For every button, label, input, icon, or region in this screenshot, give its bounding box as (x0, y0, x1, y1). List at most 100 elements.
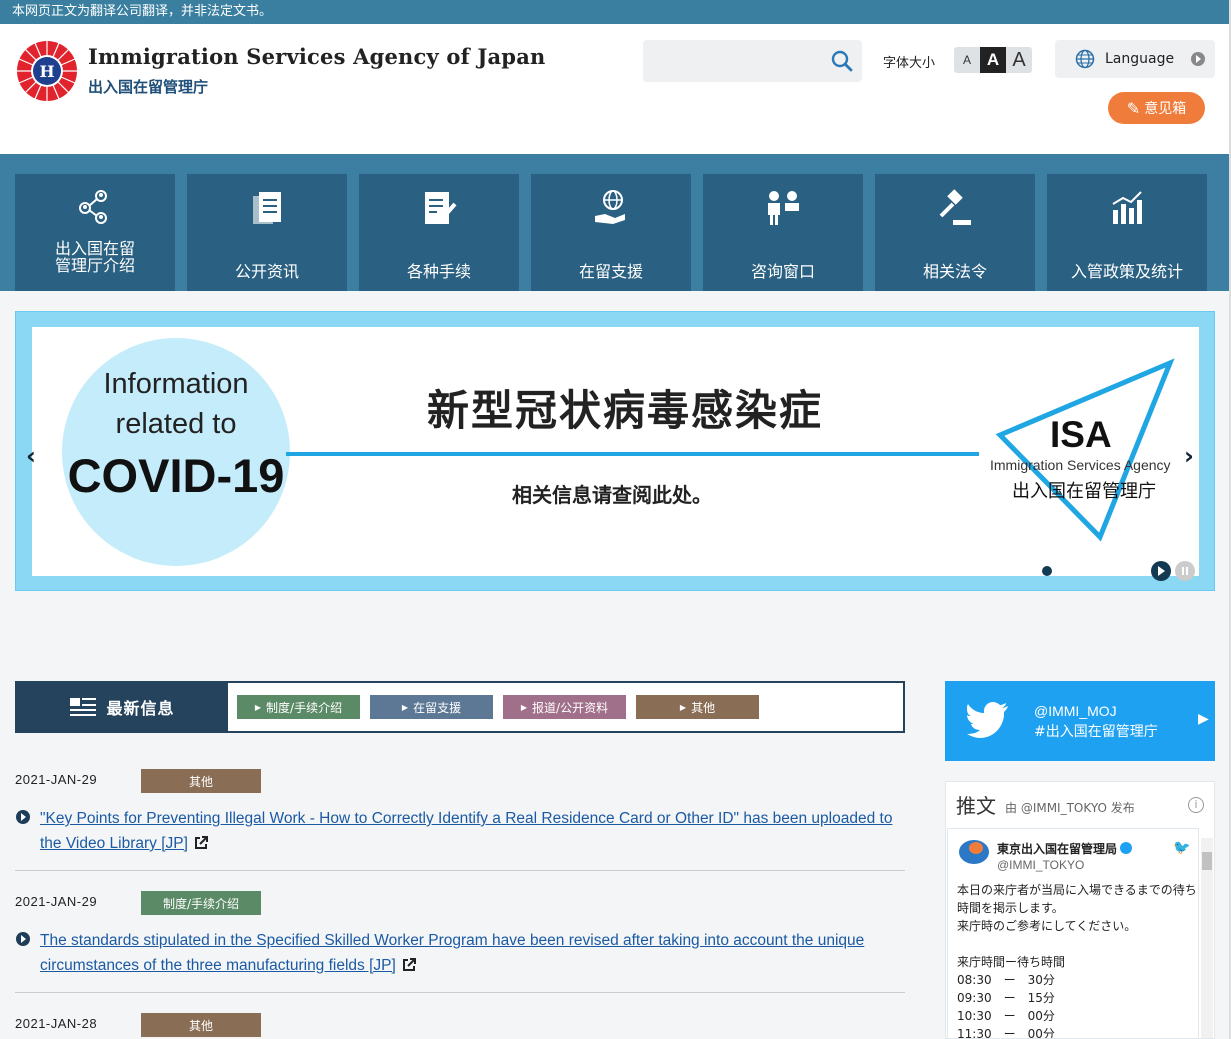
nav-label: 入管政策及统计 (1070, 262, 1183, 281)
news-date: 2021-JAN-28 (15, 1016, 98, 1031)
triangle-right-icon: ▶ (679, 702, 687, 712)
slide-subtitle: 相关信息请查阅此处。 (512, 483, 712, 507)
nav-item-residence-support[interactable]: 在留支援 (531, 174, 691, 291)
covid-line2: related to (115, 408, 237, 440)
play-icon[interactable] (1151, 561, 1171, 581)
network-people-icon (79, 190, 107, 224)
translation-notice: 本网页正文为翻译公司翻译，并非法定文书。 (0, 0, 1231, 24)
info-icon[interactable]: i (1188, 797, 1204, 813)
category-system-procedures[interactable]: ▶ 制度/手续介绍 (237, 695, 360, 719)
news-link-text[interactable]: The standards stipulated in the Specifie… (40, 932, 864, 974)
font-size-small-button[interactable]: A (954, 47, 980, 73)
nav-item-about[interactable]: 出入国在留 管理厅介绍 (15, 174, 175, 291)
language-button[interactable]: Language (1055, 40, 1215, 78)
news-link[interactable]: The standards stipulated in the Specifie… (40, 928, 910, 978)
content-section: 最新信息 ▶ 制度/手续介绍 ▶ 在留支援 ▶ 报道/公开资料 ▶ 其他 2021-JA… (0, 641, 1231, 1039)
twitter-timeline: 推文 由 @IMMI_TOKYO 发布 i 東京出入国在留管理局 @IMMI_T… (945, 781, 1215, 1039)
font-size-medium-button[interactable]: A (980, 47, 1006, 73)
carousel-prev-button[interactable]: ‹ (26, 442, 36, 470)
font-size-label: 字体大小 (883, 56, 936, 71)
agency-logo-icon[interactable]: H (16, 40, 78, 102)
news-date: 2021-JAN-29 (15, 894, 98, 909)
timeline-title: 推文 (956, 794, 996, 818)
tweet-author-handle[interactable]: @IMMI_TOKYO (997, 858, 1084, 872)
carousel-section: Information related to COVID-19 新型冠状病毒感染… (0, 291, 1231, 641)
timeline-scrollbar[interactable] (1201, 838, 1213, 1038)
agency-name-zh[interactable]: 出入国在留管理庁 (88, 76, 208, 97)
news-link[interactable]: "Key Points for Preventing Illegal Work … (40, 806, 910, 856)
tweet-author-label[interactable]: 東京出入国在留管理局 (997, 842, 1117, 856)
avatar[interactable] (959, 840, 989, 864)
opinion-box-button[interactable]: ✎ 意见箱 (1108, 92, 1205, 124)
category-other[interactable]: ▶ 其他 (636, 695, 759, 719)
search-input[interactable] (643, 40, 862, 82)
news-badge: 其他 (141, 1013, 261, 1037)
nav-item-public-info[interactable]: 公开资讯 (187, 174, 347, 291)
agency-name-en[interactable]: Immigration Services Agency of Japan (88, 44, 545, 69)
nav-item-laws[interactable]: 相关法令 (875, 174, 1035, 291)
search-icon[interactable] (830, 49, 854, 73)
nav-item-procedures[interactable]: 各种手续 (359, 174, 519, 291)
scrollbar-thumb[interactable] (1202, 852, 1212, 870)
external-link-icon (402, 958, 416, 971)
bullet-arrow-icon (16, 932, 30, 946)
twitter-handle: @IMMI_MOJ (1034, 703, 1117, 719)
isa-logo-en: Immigration Services Agency (990, 457, 1171, 473)
list-icon (70, 698, 97, 716)
font-size-switcher: A A A (954, 47, 1032, 73)
twitter-bird-icon (967, 702, 1008, 738)
carousel: Information related to COVID-19 新型冠状病毒感染… (15, 311, 1215, 591)
tweet-author-name[interactable]: 東京出入国在留管理局 (997, 840, 1133, 857)
nav-label: 管理厅介绍 (54, 256, 135, 275)
pause-icon[interactable] (1175, 561, 1195, 581)
news-title: 最新信息 (17, 683, 228, 731)
triangle-right-icon: ▶ (401, 702, 409, 712)
chevron-right-icon (1191, 52, 1205, 66)
nav-item-consultation[interactable]: 咨询窗口 (703, 174, 863, 291)
language-label: Language (1105, 51, 1175, 67)
nav-label: 相关法令 (922, 262, 987, 281)
main-navigation: 出入国在留 管理厅介绍 公开资讯 各种手续 在留支援 咨询窗口 相关法令 入管政策… (0, 154, 1231, 291)
timeline-by[interactable]: 由 @IMMI_TOKYO 发布 (1005, 799, 1135, 816)
covid-banner-slide[interactable]: Information related to COVID-19 新型冠状病毒感染… (32, 327, 1199, 576)
gavel-icon (939, 189, 971, 225)
tweet-text: 本日の来庁者が当局に入場できるまでの待ち時間を掲示します。 来庁時のご参考にして… (957, 883, 1197, 1039)
globe-hand-icon (595, 190, 625, 224)
documents-icon (253, 192, 281, 224)
slide-title: 新型冠状病毒感染症 (427, 386, 824, 435)
font-size-large-button[interactable]: A (1006, 47, 1032, 73)
twitter-tag: #出入国在留管理庁 (1034, 724, 1158, 740)
pencil-icon: ✎ (1126, 98, 1141, 118)
nav-item-policy-statistics[interactable]: 入管政策及统计 (1047, 174, 1207, 291)
divider (286, 452, 979, 456)
twitter-bird-icon[interactable]: 🐦 (1173, 840, 1190, 856)
category-residence-support[interactable]: ▶ 在留支援 (370, 695, 493, 719)
carousel-next-button[interactable]: › (1184, 442, 1194, 470)
twitter-banner[interactable]: @IMMI_MOJ #出入国在留管理庁 ▶ (945, 681, 1215, 761)
carousel-indicator-dot[interactable] (1042, 566, 1052, 576)
category-label: 在留支援 (413, 700, 462, 715)
covid-circle: Information related to COVID-19 (62, 338, 290, 566)
opinion-box-label: 意见箱 (1144, 101, 1187, 117)
chevron-right-icon: ▶ (1198, 711, 1209, 727)
category-label: 报道/公开资料 (532, 700, 609, 715)
covid-line3: COVID-19 (67, 449, 285, 502)
tweet-card: 東京出入国在留管理局 @IMMI_TOKYO 🐦 本日の来庁者が当局に入場できる… (947, 828, 1199, 1039)
site-header: H Immigration Services Agency of Japan 出… (0, 24, 1231, 154)
news-tabs: 最新信息 ▶ 制度/手续介绍 ▶ 在留支援 ▶ 报道/公开资料 ▶ 其他 (15, 681, 905, 733)
category-label: 其他 (691, 700, 716, 715)
divider (15, 992, 905, 993)
form-pen-icon (425, 192, 457, 224)
nav-label: 公开资讯 (234, 262, 299, 281)
svg-text:H: H (39, 62, 54, 81)
isa-logo-title: ISA (1050, 414, 1112, 455)
covid-line1: Information (103, 368, 249, 400)
news-badge: 制度/手续介绍 (141, 891, 261, 915)
verified-badge-icon (1120, 842, 1133, 854)
isa-logo-zh: 出入国在留管理庁 (1012, 481, 1156, 502)
news-date: 2021-JAN-29 (15, 772, 98, 787)
bullet-arrow-icon (16, 810, 30, 824)
consultation-people-icon (768, 191, 799, 225)
news-link-text[interactable]: "Key Points for Preventing Illegal Work … (40, 810, 892, 852)
category-press[interactable]: ▶ 报道/公开资料 (503, 695, 626, 719)
